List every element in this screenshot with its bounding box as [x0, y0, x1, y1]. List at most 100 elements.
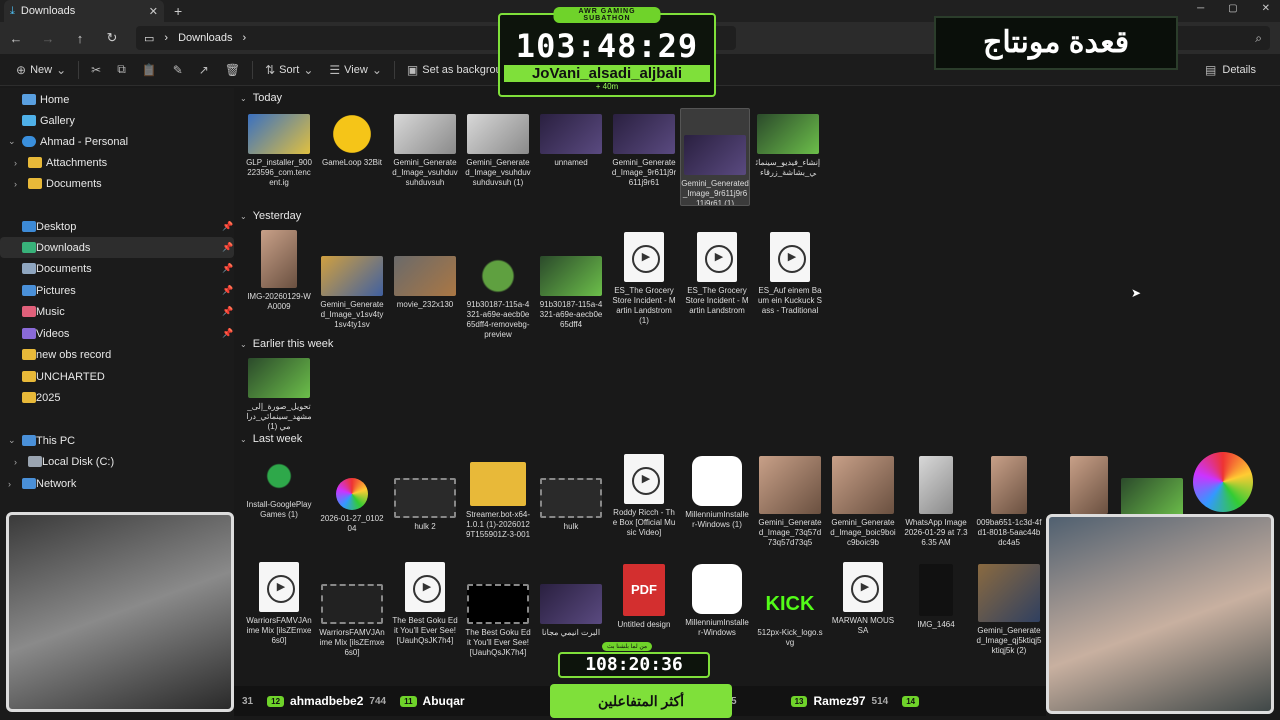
refresh-button[interactable]: ↻: [96, 30, 128, 46]
file-item[interactable]: MillenniumInstaller-Windows (1): [684, 454, 750, 530]
file-item[interactable]: البرت انيمي مجانا: [538, 582, 604, 638]
file-item-selected[interactable]: Gemini_Generated_Image_9r611j9r611j9r61 …: [680, 108, 750, 206]
file-item[interactable]: IMG-20260129-WA0009: [246, 228, 312, 312]
copy-button[interactable]: ⧉: [109, 54, 134, 86]
file-item[interactable]: movie_232x130: [392, 254, 458, 310]
view-label: View: [344, 63, 368, 76]
file-item[interactable]: 009ba651-1c3d-4fd1-8018-5aac44bdc4a5: [976, 454, 1042, 548]
file-item[interactable]: [1056, 454, 1122, 518]
file-item[interactable]: Gemini_Generated_Image_9r611j9r611j9r61: [611, 112, 677, 188]
pin-icon[interactable]: 📌: [222, 263, 233, 274]
view-button[interactable]: ☰ View ⌄: [321, 54, 389, 86]
close-window-button[interactable]: ✕: [1262, 3, 1270, 14]
file-item[interactable]: Gemini_Generated_Image_v1sv4ty1sv4ty1sv: [319, 254, 385, 330]
rename-button[interactable]: ✎: [165, 54, 191, 86]
chevron-right-icon[interactable]: ›: [14, 457, 17, 467]
sidebar-item-uncharted[interactable]: UNCHARTED: [0, 366, 234, 387]
pin-icon[interactable]: 📌: [222, 328, 233, 339]
file-item[interactable]: [1190, 450, 1256, 516]
share-button[interactable]: ↗: [191, 54, 217, 86]
file-name: GLP_installer_900223596_com.tencent.ig: [246, 158, 312, 187]
file-item[interactable]: ES_The Grocery Store Incident - Martin L…: [684, 232, 750, 316]
file-item[interactable]: 2026-01-27_010204: [319, 476, 385, 534]
file-item[interactable]: ES_The Grocery Store Incident - Martin L…: [611, 232, 677, 326]
cut-button[interactable]: ✂: [83, 54, 109, 86]
file-item[interactable]: إنشاء_فيديو_سينمائي_بشاشة_زرقاء: [755, 112, 821, 178]
sidebar-item-network[interactable]: › Network: [0, 473, 234, 494]
sidebar-item-music[interactable]: Music 📌: [0, 301, 234, 322]
sidebar-item-onedrive[interactable]: ⌄ Ahmad - Personal: [0, 131, 234, 152]
maximize-button[interactable]: ▢: [1228, 3, 1237, 14]
chevron-right-icon[interactable]: ›: [8, 479, 11, 489]
chevron-right-icon[interactable]: ›: [14, 158, 17, 168]
tab-downloads[interactable]: ⤓ Downloads ✕: [4, 0, 164, 22]
paste-button[interactable]: 📋: [134, 54, 165, 86]
breadcrumb-chevron-icon[interactable]: ›: [243, 32, 247, 44]
pin-icon[interactable]: 📌: [222, 242, 233, 253]
steam-icon: [692, 564, 742, 614]
new-tab-button[interactable]: +: [174, 3, 182, 19]
minimize-button[interactable]: ─: [1197, 3, 1204, 14]
file-item[interactable]: MillenniumInstaller-Windows: [684, 562, 750, 638]
file-item[interactable]: 91b30187-115a-4321-a69e-aecb0e65dff4-rem…: [465, 254, 531, 340]
back-button[interactable]: ←: [0, 31, 32, 46]
sidebar-item-downloads[interactable]: Downloads 📌: [0, 237, 234, 258]
file-item[interactable]: Gemini_Generated_Image_vsuhduvsuhduvsuh: [392, 112, 458, 188]
file-item[interactable]: unnamed: [538, 112, 604, 168]
sidebar-item-documents-cloud[interactable]: › Documents: [0, 173, 234, 194]
file-item[interactable]: The Best Goku Edit You'll Ever See! [Uau…: [392, 562, 458, 646]
file-item[interactable]: WarriorsFAMVJAnime Mix [ilsZEmxe6s0]: [246, 562, 312, 646]
file-item[interactable]: GLP_installer_900223596_com.tencent.ig: [246, 112, 312, 188]
forward-button[interactable]: →: [32, 31, 64, 46]
group-today[interactable]: ⌄ Today: [240, 92, 282, 104]
video-thumbnail: [1121, 478, 1183, 518]
details-button[interactable]: ▤ Details: [1197, 54, 1264, 86]
file-item[interactable]: KICK 512px-Kick_logo.svg: [757, 582, 823, 648]
breadcrumb-downloads[interactable]: Downloads: [178, 32, 232, 44]
file-item[interactable]: Roddy Ricch - The Box [Official Music Vi…: [611, 454, 677, 538]
sidebar-item-local-disk[interactable]: › Local Disk (C:): [0, 451, 234, 472]
sidebar-item-videos[interactable]: Videos 📌: [0, 323, 234, 344]
group-yesterday[interactable]: ⌄ Yesterday: [240, 210, 301, 222]
file-item[interactable]: Install-GooglePlayGames (1): [246, 454, 312, 520]
file-item[interactable]: ES_Auf einem Baum ein Kuckuck Sass - Tra…: [757, 232, 823, 316]
file-item[interactable]: Streamer.bot-x64-1.0.1 (1)-20260129T1559…: [465, 454, 531, 540]
file-item[interactable]: hulk 2: [392, 476, 458, 532]
file-item[interactable]: MARWAN MOUSSA: [830, 562, 896, 636]
file-item[interactable]: The Best Goku Edit You'll Ever See! [Uau…: [465, 582, 531, 658]
sidebar-item-pictures[interactable]: Pictures 📌: [0, 280, 234, 301]
file-item[interactable]: IMG_1464: [903, 562, 969, 630]
file-item[interactable]: PDF Untitled design: [611, 562, 677, 630]
new-button[interactable]: ⊕ New ⌄: [8, 54, 74, 86]
chevron-down-icon[interactable]: ⌄: [8, 136, 16, 147]
sidebar-item-home[interactable]: Home: [0, 89, 234, 110]
sidebar-item-desktop[interactable]: Desktop 📌: [0, 216, 234, 237]
group-last-week[interactable]: ⌄ Last week: [240, 433, 302, 445]
group-earlier-this-week[interactable]: ⌄ Earlier this week: [240, 338, 333, 350]
sidebar-item-new-obs-record[interactable]: new obs record: [0, 344, 234, 365]
file-item[interactable]: Gemini_Generated_Image_boic9boic9boic9b: [830, 454, 896, 548]
file-item[interactable]: تحويل_صورة_إلى_مشهد_سينمائي_درامي (1): [246, 356, 312, 432]
sort-button[interactable]: ⇅ Sort ⌄: [257, 54, 321, 86]
pin-icon[interactable]: 📌: [222, 285, 233, 296]
file-item[interactable]: hulk: [538, 476, 604, 532]
file-item[interactable]: 91b30187-115a-4321-a69e-aecb0e65dff4: [538, 254, 604, 330]
file-item[interactable]: GameLoop 32Bit: [319, 112, 385, 168]
file-item[interactable]: Gemini_Generated_Image_73q57d73q57d73q5: [757, 454, 823, 548]
file-item[interactable]: WhatsApp Image 2026-01-29 at 7.36.35 AM: [903, 454, 969, 548]
sidebar-item-this-pc[interactable]: ⌄ This PC: [0, 430, 234, 451]
pin-icon[interactable]: 📌: [222, 221, 233, 232]
file-item[interactable]: Gemini_Generated_Image_qj5ktiqj5ktiqj5k …: [976, 562, 1042, 656]
pin-icon[interactable]: 📌: [222, 306, 233, 317]
sidebar-item-gallery[interactable]: Gallery: [0, 110, 234, 131]
chevron-down-icon[interactable]: ⌄: [8, 435, 16, 446]
file-item[interactable]: Gemini_Generated_Image_vsuhduvsuhduvsuh …: [465, 112, 531, 188]
up-button[interactable]: ↑: [64, 31, 96, 46]
delete-button[interactable]: 🗑: [217, 54, 248, 86]
sidebar-item-2025[interactable]: 2025: [0, 387, 234, 408]
chevron-right-icon[interactable]: ›: [14, 179, 17, 189]
sidebar-item-documents[interactable]: Documents 📌: [0, 258, 234, 279]
sidebar-item-attachments[interactable]: › Attachments: [0, 152, 234, 173]
file-item[interactable]: WarriorsFAMVJAnime Mix [ilsZEmxe6s0]: [319, 582, 385, 658]
close-tab-icon[interactable]: ✕: [149, 5, 158, 18]
